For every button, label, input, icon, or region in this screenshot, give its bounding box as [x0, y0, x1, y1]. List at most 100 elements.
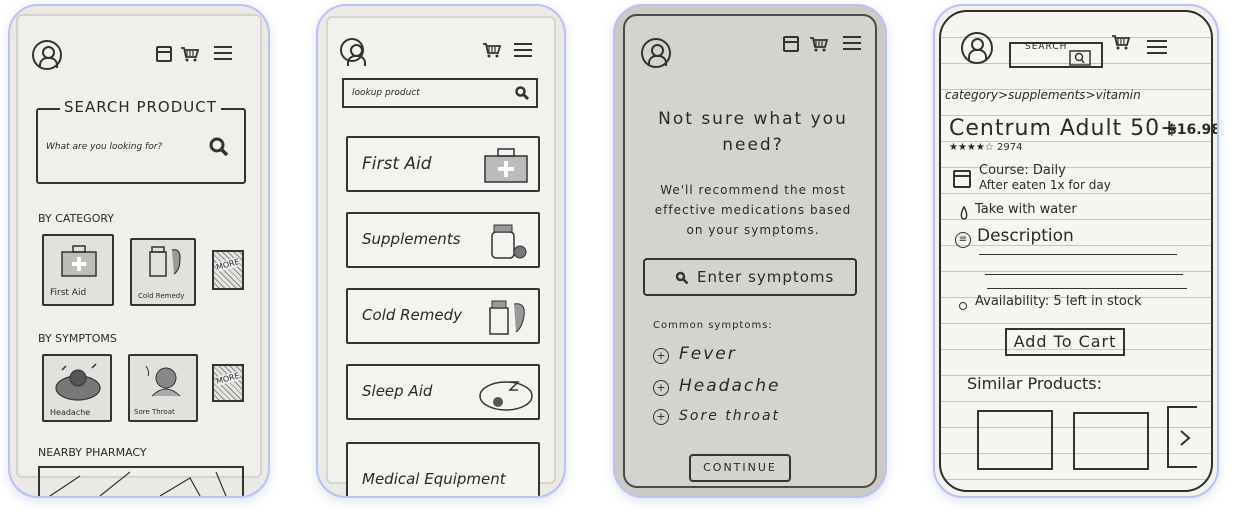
profile-avatar-icon[interactable] — [641, 38, 671, 68]
symptom-option-fever[interactable]: + Fever — [653, 344, 737, 364]
by-symptoms-label: BY SYMPTOMS — [38, 332, 117, 345]
category-label: Cold Remedy — [362, 306, 462, 324]
cart-icon[interactable] — [482, 42, 502, 58]
by-category-label: BY CATEGORY — [38, 212, 115, 225]
water-drop-icon — [960, 206, 968, 220]
supplement-bottle-icon — [491, 224, 527, 259]
calendar-icon — [953, 170, 971, 188]
category-medical-equipment[interactable]: Medical Equipment — [346, 442, 540, 496]
map-lines — [49, 471, 227, 496]
search-product-title: SEARCH PRODUCT — [60, 98, 221, 116]
enter-symptoms-label: Enter symptoms — [697, 268, 835, 286]
first-aid-kit-icon — [484, 148, 528, 183]
symptom-option-sore-throat[interactable]: + Sore throat — [653, 408, 780, 425]
menu-icon[interactable] — [214, 46, 232, 60]
take-with-label: Take with water — [975, 202, 1077, 217]
category-label: Supplements — [362, 230, 461, 248]
symptom-label: Headache — [50, 408, 91, 417]
menu-icon[interactable] — [843, 36, 861, 50]
category-supplements[interactable]: Supplements — [346, 212, 540, 268]
sleep-pillow-icon — [479, 381, 533, 411]
more-label: MORE — [215, 371, 241, 386]
profile-avatar-icon[interactable] — [32, 40, 62, 70]
category-label: First Aid — [50, 288, 87, 298]
profile-avatar-icon[interactable] — [961, 32, 993, 64]
continue-button[interactable]: CONTINUE — [689, 454, 791, 482]
symptom-headache[interactable]: Headache — [42, 354, 112, 422]
cart-icon[interactable] — [180, 46, 200, 62]
profile-avatar-icon[interactable] — [340, 38, 366, 66]
symptom-label: Fever — [679, 344, 737, 364]
search-icon[interactable] — [208, 136, 230, 158]
rating-stars: ★★★★☆ — [949, 142, 994, 153]
category-cold-remedy[interactable]: Cold Remedy — [130, 238, 196, 306]
category-cold-remedy[interactable]: Cold Remedy — [346, 288, 540, 344]
category-label: Medical Equipment — [362, 470, 506, 488]
product-name: Centrum Adult 50+ — [949, 116, 1180, 141]
description-line — [985, 274, 1183, 275]
category-label: First Aid — [362, 154, 432, 174]
availability-label: Availability: 5 left in stock — [975, 294, 1142, 309]
screen-home: SEARCH PRODUCT What are you looking for?… — [8, 4, 270, 498]
rating: ★★★★☆ 2974 — [949, 142, 1022, 153]
symptom-more-tile[interactable]: MORE — [212, 364, 244, 402]
menu-icon[interactable] — [514, 43, 532, 57]
symptom-label: Sore throat — [679, 408, 781, 424]
similar-products-label: Similar Products: — [967, 374, 1103, 393]
more-label: MORE — [215, 257, 241, 272]
add-icon: + — [653, 409, 669, 425]
search-icon — [675, 271, 689, 285]
lookup-search-box[interactable]: lookup product — [342, 78, 538, 108]
cart-icon[interactable] — [809, 36, 829, 52]
product-price: $16.98 — [1167, 122, 1219, 138]
symptom-option-headache[interactable]: + Headache — [653, 376, 780, 396]
cart-icon[interactable] — [1111, 34, 1131, 50]
course-detail: After eaten 1x for day — [979, 178, 1111, 192]
similar-product-card[interactable] — [977, 410, 1053, 470]
headache-icon — [55, 363, 101, 401]
menu-icon[interactable] — [1147, 40, 1167, 54]
similar-product-card[interactable] — [1073, 412, 1149, 470]
common-symptoms-label: Common symptoms: — [653, 320, 773, 331]
screen-categories: lookup product First Aid Supplements Col… — [316, 4, 566, 498]
symptom-label: Headache — [679, 376, 781, 396]
not-sure-heading: Not sure what you need? — [658, 109, 848, 155]
category-first-aid[interactable]: First Aid — [346, 136, 540, 192]
search-icon[interactable] — [1069, 50, 1091, 66]
calendar-icon[interactable] — [156, 46, 172, 62]
screen-symptom-finder: Not sure what you need? We'll recommend … — [613, 4, 887, 498]
description-icon: ≡ — [955, 232, 971, 248]
rating-count: 2974 — [997, 142, 1023, 153]
sore-throat-icon — [145, 365, 181, 397]
add-icon: + — [653, 380, 669, 396]
lookup-placeholder[interactable]: lookup product — [352, 88, 420, 98]
search-icon[interactable] — [514, 85, 530, 101]
course-label: Course: Daily — [979, 163, 1066, 178]
similar-product-card-partial[interactable] — [1167, 406, 1197, 468]
category-sleep-aid[interactable]: Sleep Aid — [346, 364, 540, 420]
add-icon: + — [653, 348, 669, 364]
symptom-sore-throat[interactable]: Sore Throat — [128, 354, 198, 422]
category-more-tile[interactable]: MORE — [212, 250, 244, 290]
breadcrumb[interactable]: category>supplements>vitamin — [945, 88, 1141, 102]
availability-icon — [959, 302, 967, 310]
screen-product-detail: SEARCH category>supplements>vitamin Cent… — [933, 4, 1219, 498]
enter-symptoms-button[interactable]: Enter symptoms — [643, 258, 857, 296]
add-to-cart-button[interactable]: Add To Cart — [1005, 328, 1125, 356]
description-label[interactable]: Description — [977, 226, 1074, 246]
calendar-icon[interactable] — [783, 36, 799, 52]
medicine-bottle-icon — [149, 246, 181, 277]
cold-remedy-bottle-icon — [489, 300, 525, 335]
search-placeholder[interactable]: What are you looking for? — [46, 142, 162, 152]
search-box[interactable]: SEARCH — [1009, 42, 1103, 68]
search-product-box[interactable]: SEARCH PRODUCT What are you looking for? — [36, 98, 246, 184]
symptom-label: Sore Throat — [134, 408, 175, 416]
chevron-right-icon[interactable] — [1179, 430, 1191, 446]
nearby-pharmacy-map[interactable] — [38, 466, 244, 496]
description-line — [979, 254, 1177, 255]
search-label: SEARCH — [1025, 42, 1068, 52]
recommend-subtext: We'll recommend the most effective medic… — [654, 183, 852, 237]
category-first-aid[interactable]: First Aid — [42, 234, 114, 306]
first-aid-kit-icon — [61, 245, 97, 277]
category-label: Sleep Aid — [362, 382, 433, 400]
